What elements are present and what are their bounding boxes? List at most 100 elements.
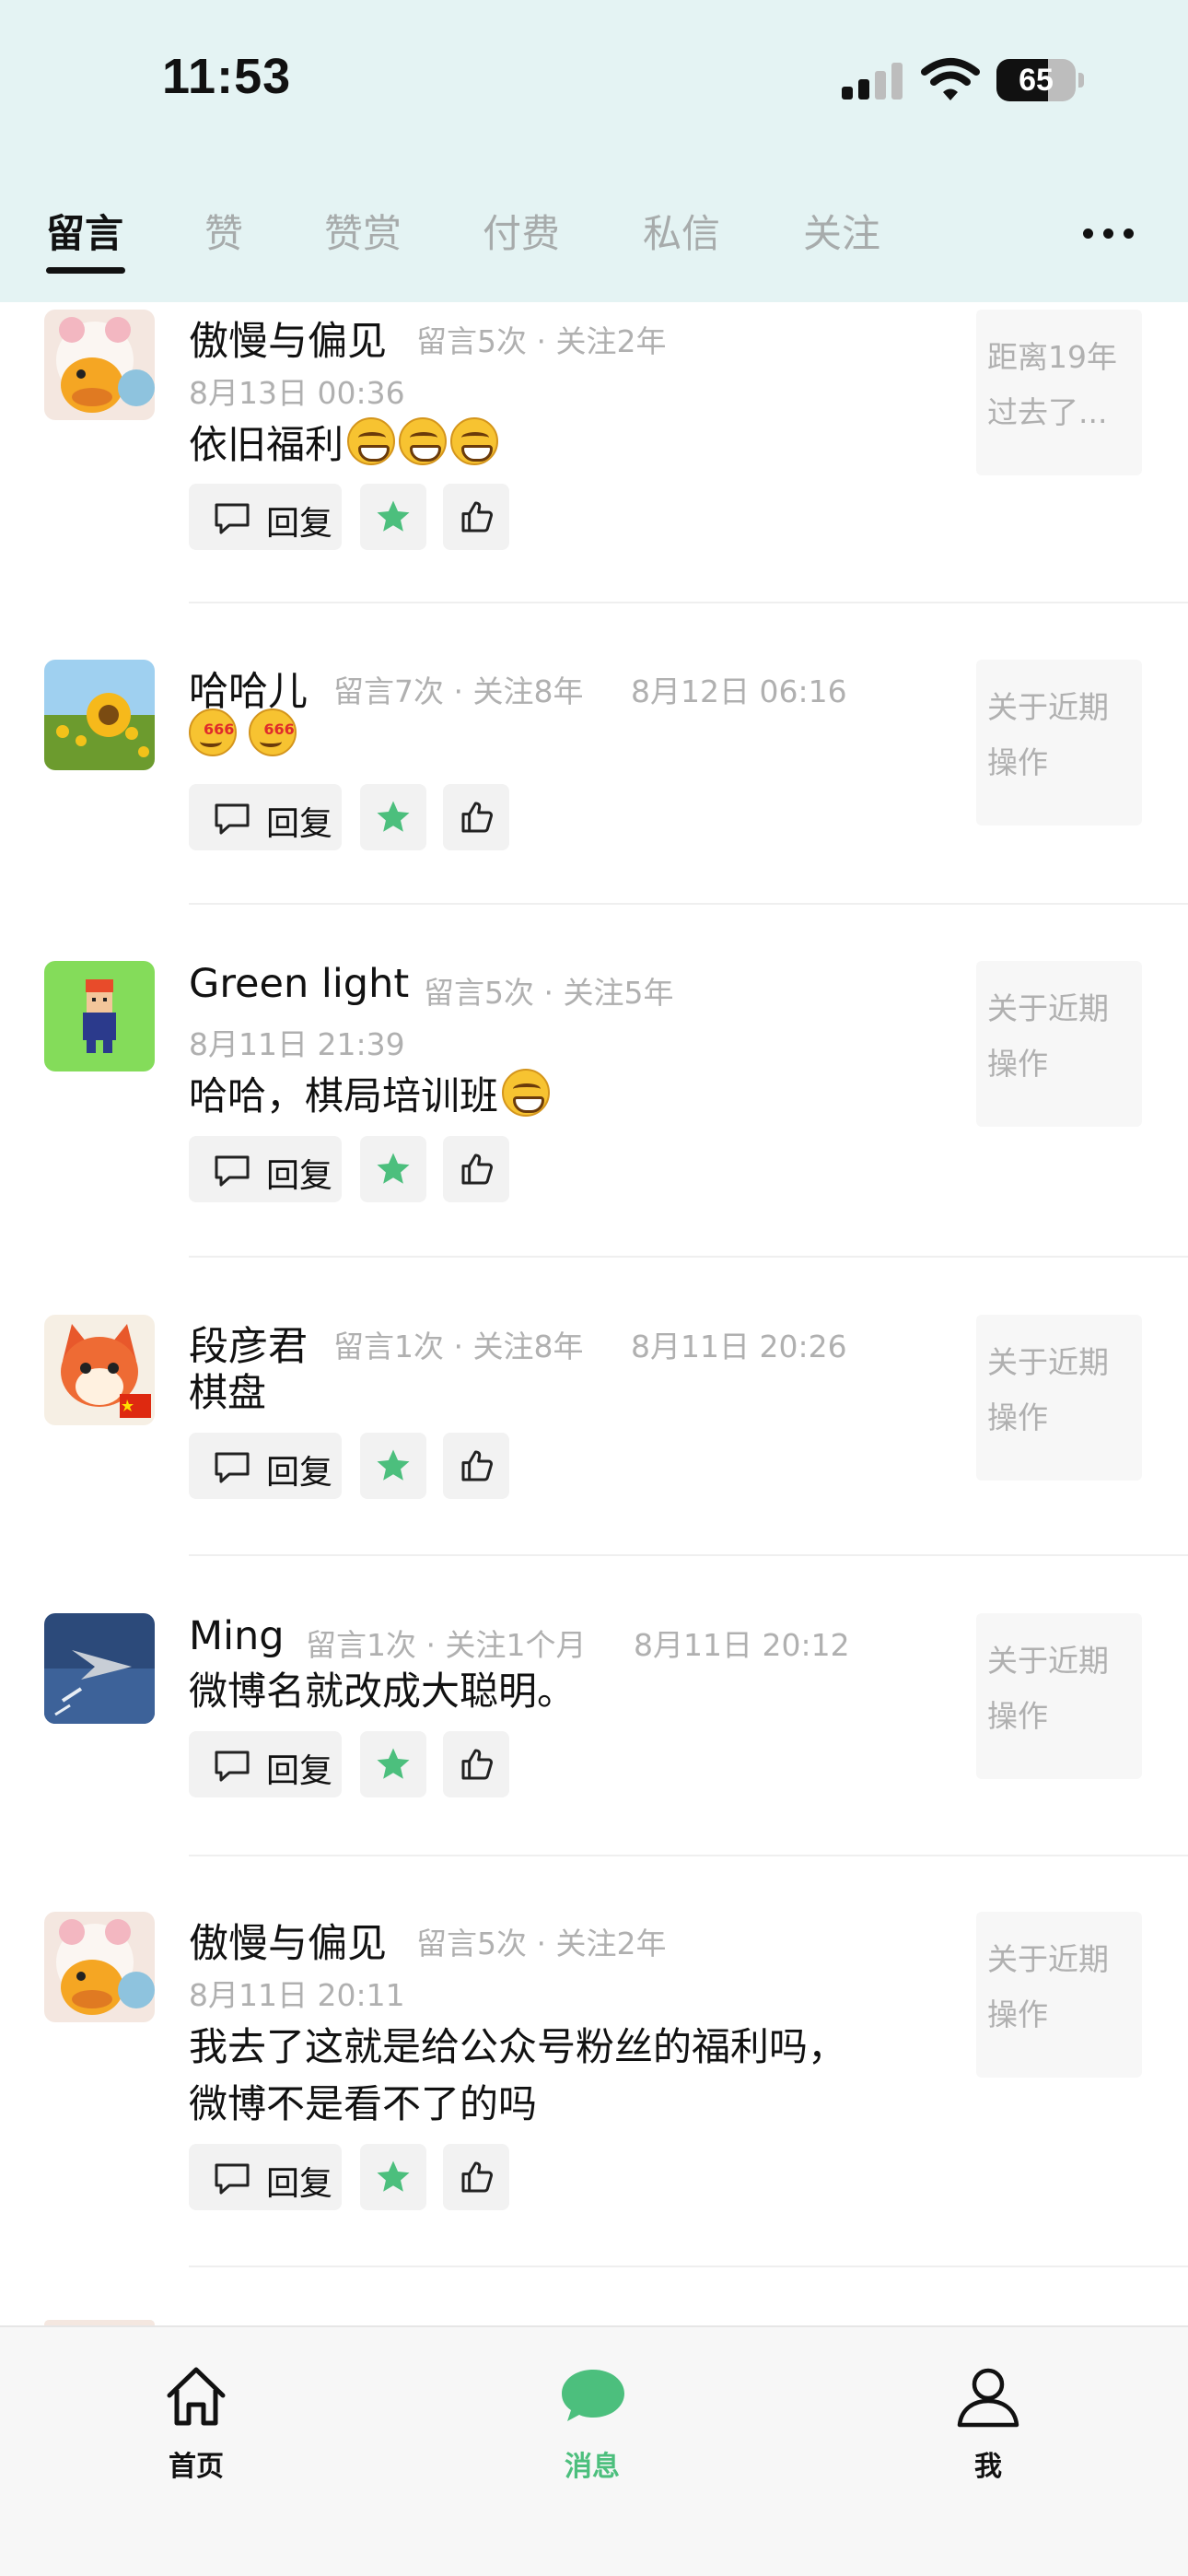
feature-star-button[interactable] (360, 1136, 426, 1202)
star-icon (377, 1748, 410, 1779)
reply-bubble-icon (215, 2163, 250, 2195)
comment-text: 哈哈，棋局培训班 (189, 1068, 551, 1125)
thumbs-up-icon (461, 1749, 493, 1780)
tab-likes[interactable]: 赞 (204, 203, 243, 259)
active-tab-indicator (46, 267, 125, 274)
commenter-stats: 留言5次 · 关注2年 (416, 1926, 667, 1961)
grin-emoji-icon (502, 1069, 551, 1117)
comment-date: 8月12日 06:16 (631, 673, 847, 709)
tab-follows[interactable]: 关注 (803, 203, 880, 259)
commenter-name[interactable]: Ming (189, 1613, 285, 1659)
comment-text: 微博名就改成大聪明。 (189, 1669, 577, 1714)
commenter-name[interactable]: 傲慢与偏见 (189, 310, 387, 367)
wifi-icon (921, 58, 980, 100)
nav-home[interactable]: 首页 (127, 2364, 265, 2512)
comment-text (189, 701, 297, 765)
feature-star-button[interactable] (360, 1433, 426, 1499)
tab-paid[interactable]: 付费 (483, 203, 560, 259)
reply-label: 回复 (266, 2165, 333, 2203)
battery-percent: 65 (1019, 63, 1054, 98)
feature-star-button[interactable] (360, 2144, 426, 2210)
top-header: 11:53 65 留言 赞 赞赏 付费 私信 关注 (0, 0, 1188, 302)
grin-emoji-icon (450, 417, 499, 465)
commenter-name[interactable]: Green light (189, 961, 409, 1007)
reply-bubble-icon (215, 803, 250, 835)
reply-button[interactable]: 回复 (189, 784, 342, 850)
divider (189, 1554, 1188, 1556)
person-icon (957, 2368, 1019, 2428)
comment-text: 依旧福利 (189, 416, 499, 474)
thumbs-up-icon (461, 802, 493, 833)
feature-star-button[interactable] (360, 484, 426, 550)
reply-label: 回复 (266, 1454, 333, 1492)
avatar[interactable] (44, 961, 155, 1071)
feature-star-button[interactable] (360, 784, 426, 850)
comment-actions: 回复 (189, 1136, 520, 1202)
commenter-name[interactable]: 段彦君 (189, 1315, 308, 1372)
reply-button[interactable]: 回复 (189, 484, 342, 550)
article-preview[interactable]: 距离19年过去了... (976, 310, 1142, 475)
comment-actions: 回复 (189, 2144, 520, 2210)
comment-actions: 回复 (189, 784, 520, 850)
divider (189, 602, 1188, 603)
like-button[interactable] (443, 2144, 509, 2210)
comment-actions: 回复 (189, 1731, 520, 1797)
reply-label: 回复 (266, 505, 333, 543)
nav-me-label: 我 (974, 2451, 1002, 2483)
commenter-stats: 留言5次 · 关注2年 (416, 323, 667, 359)
commenter-name[interactable]: 傲慢与偏见 (189, 1912, 387, 1969)
article-preview[interactable]: 关于近期操作 (976, 1912, 1142, 2078)
comment-actions: 回复 (189, 1433, 520, 1499)
divider (189, 2266, 1188, 2267)
feature-star-button[interactable] (360, 1731, 426, 1797)
like-button[interactable] (443, 1136, 509, 1202)
comment-date: 8月11日 21:39 (189, 1026, 405, 1062)
commenter-stats: 留言5次 · 关注5年 (424, 975, 674, 1011)
commenter-stats: 留言7次 · 关注8年 (333, 673, 584, 709)
nav-me[interactable]: 我 (919, 2364, 1057, 2512)
message-bubble-icon (562, 2370, 624, 2421)
avatar[interactable] (44, 1613, 155, 1724)
article-preview[interactable]: 关于近期操作 (976, 660, 1142, 825)
comment-date: 8月13日 00:36 (189, 375, 405, 411)
like-button[interactable] (443, 1433, 509, 1499)
divider (189, 1256, 1188, 1258)
thumbs-up-icon (461, 1153, 493, 1185)
star-icon (377, 801, 410, 832)
like-button[interactable] (443, 784, 509, 850)
reply-button[interactable]: 回复 (189, 1136, 342, 1202)
star-icon (377, 1153, 410, 1184)
article-preview[interactable]: 关于近期操作 (976, 1315, 1142, 1481)
comment-date: 8月11日 20:12 (634, 1627, 850, 1663)
reply-label: 回复 (266, 1157, 333, 1195)
comment-text: 棋盘 (189, 1370, 267, 1415)
bottom-navigation: 首页 消息 我 (0, 2325, 1188, 2576)
article-preview[interactable]: 关于近期操作 (976, 961, 1142, 1127)
reply-button[interactable]: 回复 (189, 1731, 342, 1797)
comment-text-line-2: 微博不是看不了的吗 (189, 2081, 538, 2126)
tab-comments[interactable]: 留言 (46, 203, 123, 259)
grin-emoji-icon (399, 417, 448, 465)
reply-button[interactable]: 回复 (189, 1433, 342, 1499)
tab-rewards[interactable]: 赞赏 (324, 203, 402, 259)
more-dots-icon[interactable] (1079, 219, 1138, 247)
star-icon (377, 500, 410, 532)
reply-button[interactable]: 回复 (189, 2144, 342, 2210)
nav-home-label: 首页 (169, 2451, 224, 2483)
666-emoji-icon (189, 701, 237, 758)
tab-bar: 留言 赞 赞赏 付费 私信 关注 (0, 184, 1188, 286)
avatar[interactable] (44, 1912, 155, 2022)
grin-emoji-icon (347, 417, 396, 465)
like-button[interactable] (443, 1731, 509, 1797)
article-preview[interactable]: 关于近期操作 (976, 1613, 1142, 1779)
666-emoji-icon (249, 701, 297, 758)
like-button[interactable] (443, 484, 509, 550)
tab-private-messages[interactable]: 私信 (643, 203, 720, 259)
divider (189, 1855, 1188, 1856)
nav-messages[interactable]: 消息 (523, 2364, 661, 2512)
avatar[interactable] (44, 1315, 155, 1425)
avatar[interactable] (44, 310, 155, 420)
reply-label: 回复 (266, 805, 333, 843)
avatar[interactable] (44, 660, 155, 770)
comment-actions: 回复 (189, 484, 520, 550)
